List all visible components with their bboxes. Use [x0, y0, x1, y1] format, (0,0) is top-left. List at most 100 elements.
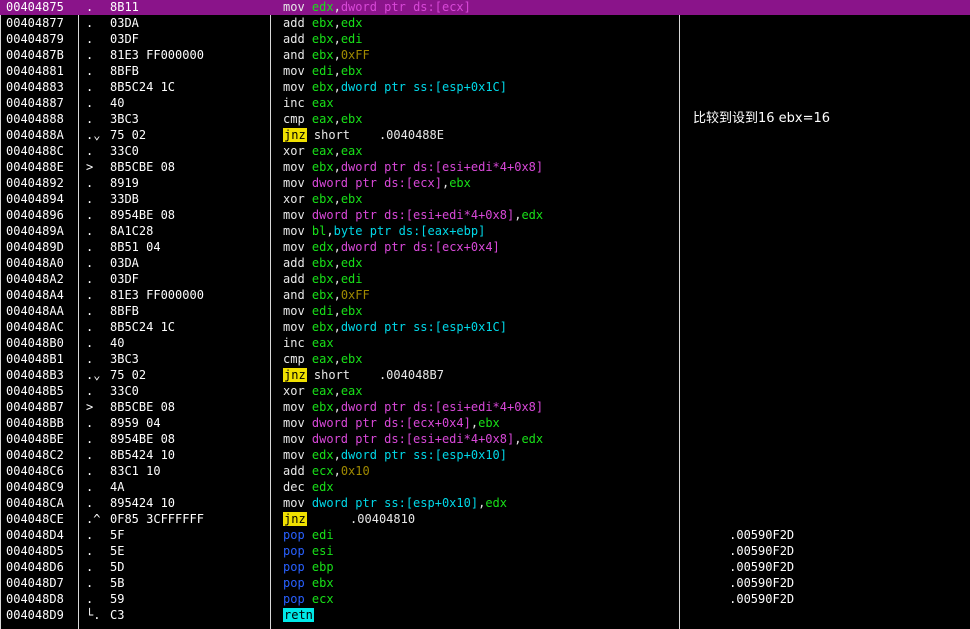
hex-bytes: 81E3 FF000000 — [110, 48, 204, 62]
instruction-row[interactable]: 00404887. 40 inc eax — [0, 95, 970, 111]
flow-marker: . — [86, 144, 94, 158]
instruction-row[interactable]: 004048D5. 5E pop esi .00590F2D — [0, 543, 970, 559]
instruction-row[interactable]: 004048BB. 8959 04 mov dword ptr ds:[ecx+0x… — [0, 415, 970, 431]
disasm-token: mov — [283, 208, 312, 222]
flow-marker: . — [86, 576, 94, 590]
instruction-row[interactable]: 004048CA. 895424 10 mov dword ptr ss:[esp+… — [0, 495, 970, 511]
instruction-row[interactable]: 004048D8. 59 pop ecx .00590F2D — [0, 591, 970, 607]
disassembly-view[interactable]: 00404875. 8B11 mov edx,dword ptr ds:[ecx] 0… — [0, 0, 970, 629]
disasm-token: ebx — [311, 272, 334, 286]
flow-marker: .^ — [86, 512, 101, 526]
hex-bytes: 8A1C28 — [110, 224, 154, 238]
flow-marker: .⌄ — [86, 368, 101, 382]
address: 004048CE — [6, 512, 64, 526]
instruction-row[interactable]: 00404877. 03DA add ebx,edx — [0, 15, 970, 31]
instruction-row[interactable]: 004048AA. 8BFB mov edi,ebx — [0, 303, 970, 319]
disasm-token: .004048B7 — [357, 368, 444, 382]
disasm-token: mov — [283, 160, 312, 174]
disasm-token: edi — [340, 32, 363, 46]
instruction-row[interactable]: 004048C6. 83C1 10 add ecx,0x10 — [0, 463, 970, 479]
disassembly: mov dword ptr ds:[ecx+0x4],ebx — [283, 415, 500, 431]
instruction-row[interactable]: 004048A0. 03DA add ebx,edx — [0, 255, 970, 271]
instruction-row[interactable]: 004048B3 .⌄ 75 02 jnz short .004048B7 — [0, 367, 970, 383]
disasm-token: dword ptr ds:[esi+edi*4+0x8] — [311, 208, 515, 222]
hex-bytes: 8B5424 10 — [110, 448, 176, 462]
hex-bytes: 81E3 FF000000 — [110, 288, 204, 302]
comment: 比较到设到16 ebx=16 — [693, 111, 831, 126]
disasm-token: edi — [311, 528, 334, 542]
disasm-token: bl — [311, 224, 327, 238]
flow-marker: . — [86, 0, 94, 14]
address: 004048BB — [6, 416, 64, 430]
instruction-row[interactable]: 004048CE .^ 0F85 3CFFFFFF jnz .00404810 — [0, 511, 970, 527]
disassembly: add ebx,edi — [283, 271, 363, 287]
address: 004048D5 — [6, 544, 64, 558]
disassembly: mov bl,byte ptr ds:[eax+ebp] — [283, 223, 485, 239]
comment: .00590F2D — [693, 560, 795, 574]
instruction-row[interactable]: 004048A2. 03DF add ebx,edi — [0, 271, 970, 287]
disasm-token: ebx — [311, 256, 334, 270]
instruction-row[interactable]: 004048D4. 5F pop edi .00590F2D — [0, 527, 970, 543]
disasm-token: mov — [283, 64, 312, 78]
flow-marker: > — [86, 160, 94, 174]
hex-bytes: 8B5CBE 08 — [110, 160, 176, 174]
instruction-row[interactable]: 004048D6. 5D pop ebp .00590F2D — [0, 559, 970, 575]
disasm-token: dword ptr ds:[esi+edi*4+0x8] — [340, 160, 544, 174]
instruction-row[interactable]: 004048B5. 33C0 xor eax,eax — [0, 383, 970, 399]
disassembly: mov edi,ebx — [283, 303, 363, 319]
instruction-row[interactable]: 00404879. 03DF add ebx,edi — [0, 31, 970, 47]
instruction-row[interactable]: 00404883. 8B5C24 1C mov ebx,dword ptr ss:[… — [0, 79, 970, 95]
disassembly: mov dword ptr ds:[esi+edi*4+0x8],edx — [283, 207, 543, 223]
disasm-token: mov — [283, 304, 312, 318]
instruction-row[interactable]: 00404875. 8B11 mov edx,dword ptr ds:[ecx] — [0, 0, 970, 15]
hex-bytes: 40 — [110, 96, 125, 110]
instruction-row[interactable]: 00404892. 8919 mov dword ptr ds:[ecx],ebx — [0, 175, 970, 191]
hex-bytes: 5F — [110, 528, 125, 542]
instruction-row[interactable]: 004048B0. 40 inc eax — [0, 335, 970, 351]
flow-marker: . — [86, 432, 94, 446]
instruction-row[interactable]: 004048AC. 8B5C24 1C mov ebx,dword ptr ss:[… — [0, 319, 970, 335]
instruction-row[interactable]: 004048BE. 8954BE 08 mov dword ptr ds:[esi+… — [0, 431, 970, 447]
instruction-row[interactable]: 0040488A .⌄ 75 02 jnz short .0040488E — [0, 127, 970, 143]
disasm-token: ebx — [340, 112, 363, 126]
address: 0040489A — [6, 224, 64, 238]
instruction-row[interactable]: 0040488E >8B5CBE 08 mov ebx,dword ptr ds:[… — [0, 159, 970, 175]
instruction-row[interactable]: 004048D7. 5B pop ebx .00590F2D — [0, 575, 970, 591]
disasm-token: ecx — [311, 464, 334, 478]
address: 004048A2 — [6, 272, 64, 286]
disasm-token: , — [333, 288, 341, 302]
instruction-row[interactable]: 00404894. 33DB xor ebx,ebx — [0, 191, 970, 207]
disasm-token: mov — [283, 448, 312, 462]
flow-marker: . — [86, 464, 94, 478]
disasm-token: mov — [283, 0, 312, 14]
instruction-row[interactable]: 00404888. 3BC3 cmp eax,ebx 比较到设到16 ebx=16 — [0, 111, 970, 127]
disasm-token: ebx — [311, 320, 334, 334]
instruction-row[interactable]: 004048C9. 4A dec edx — [0, 479, 970, 495]
hex-bytes: C3 — [110, 608, 125, 622]
flow-marker: └. — [86, 608, 101, 622]
address: 004048A0 — [6, 256, 64, 270]
instruction-row[interactable]: 004048D9 └. C3 retn — [0, 607, 970, 623]
instruction-row[interactable]: 00404881. 8BFB mov edi,ebx — [0, 63, 970, 79]
address: 00404879 — [6, 32, 64, 46]
instruction-row[interactable]: 004048C2. 8B5424 10 mov edx,dword ptr ss:[… — [0, 447, 970, 463]
instruction-row[interactable]: 004048A4. 81E3 FF000000 and ebx,0xFF — [0, 287, 970, 303]
instruction-row[interactable]: 00404896. 8954BE 08 mov dword ptr ds:[esi+… — [0, 207, 970, 223]
instruction-row[interactable]: 004048B1. 3BC3 cmp eax,ebx — [0, 351, 970, 367]
disasm-token: ebx — [311, 80, 334, 94]
instruction-row[interactable]: 0040489D. 8B51 04 mov edx,dword ptr ds:[ec… — [0, 239, 970, 255]
instruction-row[interactable]: 0040489A. 8A1C28 mov bl,byte ptr ds:[eax+e… — [0, 223, 970, 239]
disasm-token: short — [306, 368, 358, 382]
address: 004048CA — [6, 496, 64, 510]
instruction-row[interactable]: 0040487B. 81E3 FF000000 and ebx,0xFF — [0, 47, 970, 63]
disassembly: xor eax,eax — [283, 143, 363, 159]
disasm-token: dword ptr ds:[ecx] — [340, 0, 471, 14]
hex-bytes: 59 — [110, 592, 125, 606]
instruction-row[interactable]: 0040488C. 33C0 xor eax,eax — [0, 143, 970, 159]
hex-bytes: 8BFB — [110, 64, 139, 78]
address: 004048B5 — [6, 384, 64, 398]
disasm-token: , — [333, 400, 341, 414]
instruction-row[interactable]: 004048B7 >8B5CBE 08 mov ebx,dword ptr ds:[… — [0, 399, 970, 415]
disasm-token: , — [333, 448, 341, 462]
disasm-token: cmp — [283, 352, 312, 366]
